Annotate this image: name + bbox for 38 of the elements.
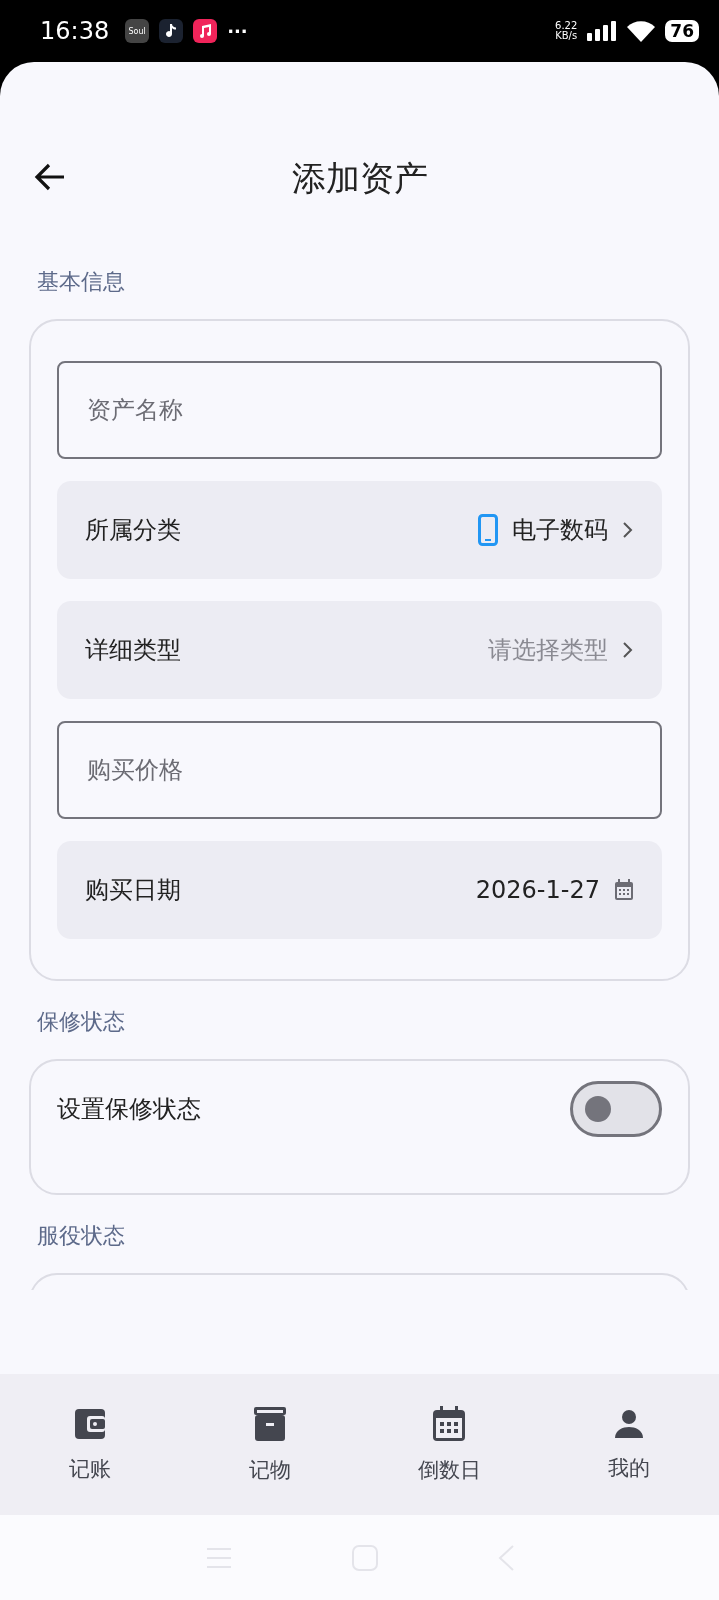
page-title: 添加资产	[291, 157, 428, 200]
person-icon	[613, 1407, 646, 1440]
wallet-icon	[72, 1406, 107, 1441]
calendar-icon	[614, 879, 634, 901]
wifi-icon	[627, 20, 656, 42]
row-label: 购买日期	[85, 875, 182, 906]
row-value: 2026-1-27	[475, 876, 600, 904]
more-notifications: ···	[227, 20, 248, 42]
select-row[interactable]: 详细类型 请选择类型	[57, 601, 662, 699]
nav-tab[interactable]: 记物	[179, 1374, 360, 1515]
music-app-icon	[193, 19, 218, 43]
nav-tab[interactable]: 记账	[0, 1374, 180, 1515]
phone-icon	[478, 514, 498, 546]
chevron-right-icon	[622, 641, 634, 659]
clock: 16:38	[40, 17, 110, 45]
music-note-app-icon	[159, 19, 184, 43]
section-title: 保修状态	[36, 1008, 126, 1036]
nav-tab[interactable]: 倒数日	[359, 1374, 540, 1515]
select-row[interactable]: 所属分类 电子数码	[57, 481, 662, 579]
section-title: 服役状态	[36, 1222, 126, 1250]
calendar-icon	[432, 1405, 467, 1442]
row-label: 详细类型	[85, 635, 182, 666]
row-label: 所属分类	[85, 515, 182, 546]
text-field[interactable]: 资产名称	[57, 361, 662, 459]
placeholder-text: 请选择类型	[488, 635, 608, 666]
date-row[interactable]: 购买日期 2026-1-27	[57, 841, 662, 939]
nav-tab[interactable]: 我的	[539, 1374, 719, 1515]
network-speed: 6.22 KB/s	[555, 21, 578, 41]
battery-level: 76	[665, 20, 699, 42]
toggle-switch[interactable]	[570, 1081, 662, 1137]
app-icon: Soul	[125, 19, 150, 43]
text-field[interactable]: 购买价格	[57, 721, 662, 819]
signal-icon	[587, 21, 618, 41]
archive-box-icon	[252, 1405, 287, 1442]
row-value: 电子数码	[512, 515, 608, 546]
chevron-right-icon	[622, 521, 634, 539]
row-label: 设置保修状态	[57, 1094, 202, 1125]
section-title: 基本信息	[36, 268, 126, 296]
